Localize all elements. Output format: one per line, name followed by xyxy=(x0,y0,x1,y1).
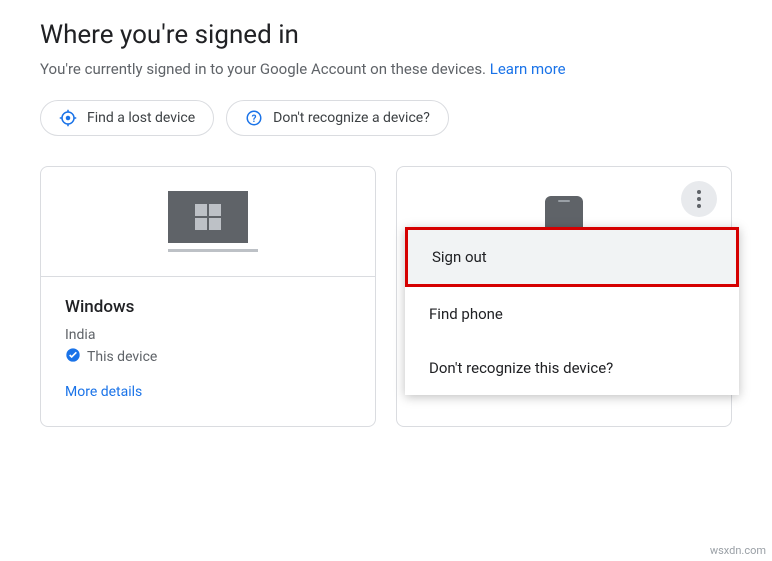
monitor-icon xyxy=(168,191,248,252)
overflow-menu: Sign out Find phone Don't recognize this… xyxy=(405,227,739,395)
more-details-link[interactable]: More details xyxy=(65,384,142,400)
dont-recognize-button[interactable]: ? Don't recognize a device? xyxy=(226,100,449,136)
device-location: India xyxy=(65,327,351,343)
card-body: Windows India This device More details xyxy=(41,277,375,426)
device-cards: Windows India This device More details S… xyxy=(40,166,732,427)
svg-text:?: ? xyxy=(252,114,257,125)
watermark: wsxdn.com xyxy=(710,544,766,557)
target-icon xyxy=(59,109,77,127)
menu-item-sign-out[interactable]: Sign out xyxy=(405,227,739,287)
device-card-phone: Sign out Find phone Don't recognize this… xyxy=(396,166,732,427)
page-title: Where you're signed in xyxy=(40,20,732,50)
subtitle-text: You're currently signed in to your Googl… xyxy=(40,60,490,78)
overflow-menu-button[interactable] xyxy=(681,181,717,217)
device-name: Windows xyxy=(65,297,351,317)
device-card-windows: Windows India This device More details xyxy=(40,166,376,427)
dont-recognize-label: Don't recognize a device? xyxy=(273,110,430,126)
device-image-area xyxy=(41,167,375,277)
find-lost-device-button[interactable]: Find a lost device xyxy=(40,100,214,136)
menu-item-dont-recognize[interactable]: Don't recognize this device? xyxy=(405,341,739,395)
check-circle-icon xyxy=(65,347,81,367)
this-device-badge: This device xyxy=(65,347,351,367)
help-icon: ? xyxy=(245,109,263,127)
this-device-label: This device xyxy=(87,349,157,365)
action-pills: Find a lost device ? Don't recognize a d… xyxy=(40,100,732,136)
kebab-icon xyxy=(697,190,701,208)
menu-item-find-phone[interactable]: Find phone xyxy=(405,287,739,341)
learn-more-link[interactable]: Learn more xyxy=(490,60,566,78)
page-subtitle: You're currently signed in to your Googl… xyxy=(40,60,732,78)
find-lost-device-label: Find a lost device xyxy=(87,110,195,126)
